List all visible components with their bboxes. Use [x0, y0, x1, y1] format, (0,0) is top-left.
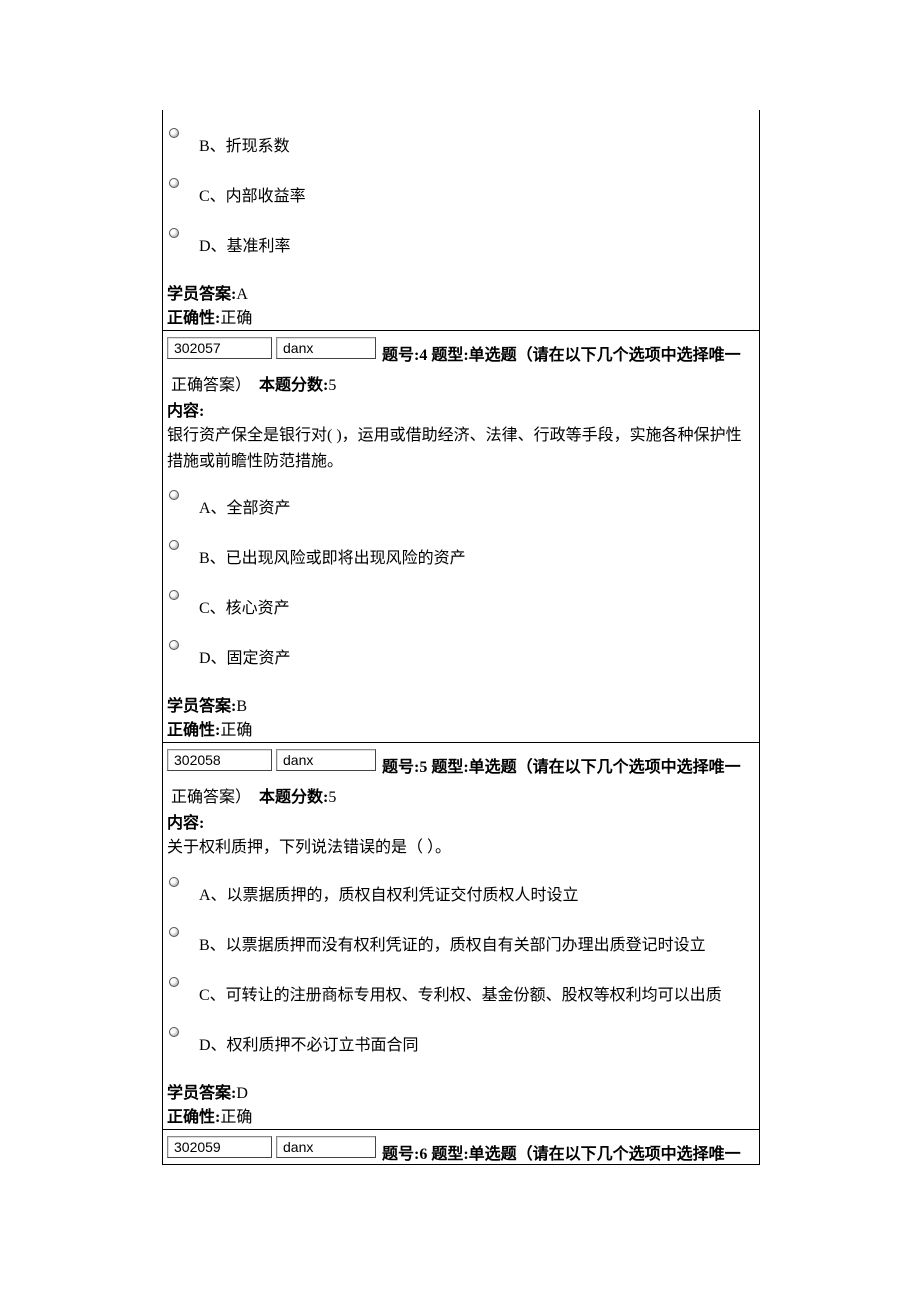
option-row: B、以票据质押而没有权利凭证的，质权自有关部门办理出质登记时设立 [167, 911, 755, 961]
correct-label: 正确性: [167, 1109, 220, 1126]
correctness: 正确性:正确 [167, 304, 755, 328]
radio-icon[interactable] [169, 927, 179, 937]
student-answer-label: 学员答案: [167, 1085, 236, 1102]
correct-value: 正确 [220, 1109, 252, 1126]
content-label: 内容: [167, 807, 755, 833]
question-5: 302058 danx 题号:5 题型:单选题（请在以下几个选项中选择唯一 正确… [163, 742, 759, 1129]
correctness: 正确性:正确 [167, 716, 755, 740]
correct-value: 正确 [220, 310, 252, 327]
correct-label: 正确性: [167, 310, 220, 327]
question-content: 银行资产保全是银行对( )，运用或借助经济、法律、行政等手段，实施各种保护性措施… [167, 421, 755, 474]
option-text: B、折现系数 [199, 126, 290, 156]
question-meta-cont: 正确答案） 本题分数:5 [167, 367, 755, 395]
question-header: 302058 danx 题号:5 题型:单选题（请在以下几个选项中选择唯一 [163, 743, 759, 777]
option-text: C、核心资产 [199, 588, 290, 618]
option-row: A、全部资产 [167, 474, 755, 524]
question-6-head: 302059 danx 题号:6 题型:单选题（请在以下几个选项中选择唯一 [163, 1129, 759, 1164]
option-row: C、内部收益率 [167, 162, 755, 212]
question-meta-cont: 正确答案） 本题分数:5 [167, 779, 755, 807]
option-text: C、可转让的注册商标专用权、专利权、基金份额、股权等权利均可以出质 [199, 975, 722, 1005]
correctness: 正确性:正确 [167, 1103, 755, 1127]
page: B、折现系数 C、内部收益率 D、基准利率 学员答案:A 正确性:正确 [0, 0, 920, 1302]
question-id-input[interactable]: 302059 [167, 1136, 272, 1158]
option-row: D、固定资产 [167, 624, 755, 674]
correct-label: 正确性: [167, 722, 220, 739]
student-answer-label: 学员答案: [167, 698, 236, 715]
radio-icon[interactable] [169, 590, 179, 600]
option-row: A、以票据质押的，质权自权利凭证交付质权人时设立 [167, 861, 755, 911]
student-answer: 学员答案:B [167, 674, 755, 716]
radio-icon[interactable] [169, 490, 179, 500]
option-row: D、权利质押不必订立书面合同 [167, 1011, 755, 1061]
radio-icon[interactable] [169, 540, 179, 550]
radio-icon[interactable] [169, 228, 179, 238]
question-meta: 题号:6 题型:单选题（请在以下几个选项中选择唯一 [378, 1132, 741, 1164]
student-answer-value: A [236, 286, 248, 303]
option-text: D、固定资产 [199, 638, 291, 668]
student-answer-value: B [236, 698, 247, 715]
question-header: 302057 danx 题号:4 题型:单选题（请在以下几个选项中选择唯一 [163, 331, 759, 365]
question-id-input[interactable]: 302058 [167, 749, 272, 771]
radio-icon[interactable] [169, 128, 179, 138]
option-row: D、基准利率 [167, 212, 755, 262]
radio-icon[interactable] [169, 1027, 179, 1037]
question-content: 关于权利质押，下列说法错误的是（ ）。 [167, 833, 755, 861]
option-row: C、核心资产 [167, 574, 755, 624]
question-4: 302057 danx 题号:4 题型:单选题（请在以下几个选项中选择唯一 正确… [163, 330, 759, 742]
question-container: B、折现系数 C、内部收益率 D、基准利率 学员答案:A 正确性:正确 [162, 110, 760, 1165]
option-row: B、已出现风险或即将出现风险的资产 [167, 524, 755, 574]
question-type-input[interactable]: danx [276, 1136, 376, 1158]
radio-icon[interactable] [169, 640, 179, 650]
question-header: 302059 danx 题号:6 题型:单选题（请在以下几个选项中选择唯一 [163, 1130, 759, 1164]
student-answer: 学员答案:A [167, 262, 755, 304]
option-row: B、折现系数 [167, 112, 755, 162]
question-id-input[interactable]: 302057 [167, 337, 272, 359]
radio-icon[interactable] [169, 877, 179, 887]
student-answer: 学员答案:D [167, 1061, 755, 1103]
question-type-input[interactable]: danx [276, 749, 376, 771]
option-text: D、基准利率 [199, 226, 291, 256]
question-meta: 题号:5 题型:单选题（请在以下几个选项中选择唯一 [378, 745, 741, 777]
option-text: A、以票据质押的，质权自权利凭证交付质权人时设立 [199, 875, 579, 905]
option-text: C、内部收益率 [199, 176, 306, 206]
option-text: D、权利质押不必订立书面合同 [199, 1025, 419, 1055]
option-row: C、可转让的注册商标专用权、专利权、基金份额、股权等权利均可以出质 [167, 961, 755, 1011]
question-3-tail: B、折现系数 C、内部收益率 D、基准利率 学员答案:A 正确性:正确 [163, 110, 759, 330]
radio-icon[interactable] [169, 178, 179, 188]
question-type-input[interactable]: danx [276, 337, 376, 359]
content-label: 内容: [167, 395, 755, 421]
student-answer-value: D [236, 1085, 248, 1102]
option-text: B、已出现风险或即将出现风险的资产 [199, 538, 466, 568]
option-text: A、全部资产 [199, 488, 291, 518]
correct-value: 正确 [220, 722, 252, 739]
question-meta: 题号:4 题型:单选题（请在以下几个选项中选择唯一 [378, 333, 741, 365]
option-text: B、以票据质押而没有权利凭证的，质权自有关部门办理出质登记时设立 [199, 925, 706, 955]
student-answer-label: 学员答案: [167, 286, 236, 303]
radio-icon[interactable] [169, 977, 179, 987]
